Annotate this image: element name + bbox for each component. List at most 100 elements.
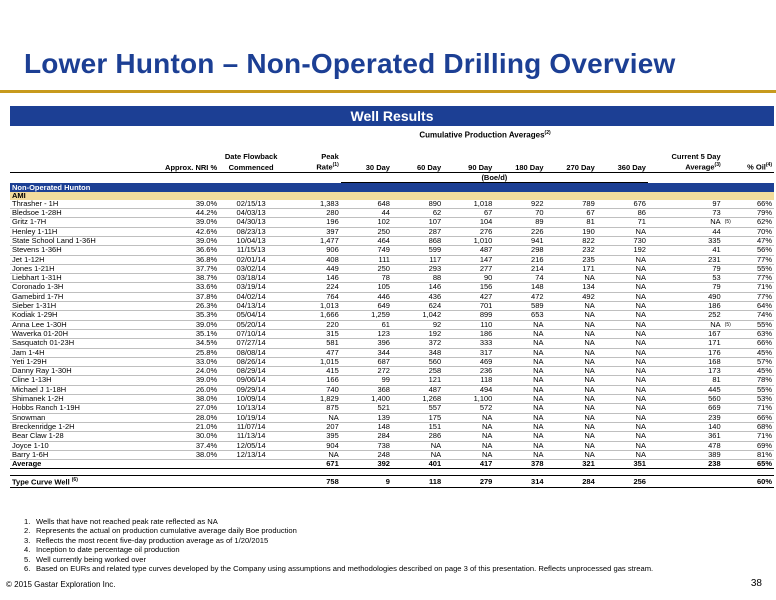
value-cell: 07/10/14 [219,329,284,340]
value-cell: 69% [731,441,774,451]
value-cell: 02/01/14 [219,255,284,265]
table-row: Jet 1-12H 36.8% 02/01/14 408 111 117 147 216 235… [10,255,774,265]
footnote-number: 5. [24,554,31,564]
value-cell: 68% [731,422,774,433]
value-cell: NA [494,431,546,442]
value-cell: 36.8% [135,255,220,265]
value-cell: 64% [731,301,774,312]
table-row: Gritz 1-7H 39.0% 04/30/13 196 102 107 104 89 81 7… [10,217,774,228]
value-cell: NA [545,385,597,396]
value-cell: 57% [731,357,774,368]
table-row: Liebhart 1-31H 38.7% 03/18/14 146 78 88 90 74 NA… [10,273,774,284]
value-cell: 395 [283,431,341,442]
value-cell: 238 [647,459,723,470]
value-cell: 231 [647,255,723,265]
value-cell: 117 [391,255,444,265]
value-cell: NA [596,273,648,284]
value-cell: 146 [391,282,444,293]
value-cell: 147 [443,255,495,265]
value-cell: NA [545,431,597,442]
value-cell: NA [596,310,648,321]
table-row: Danny Ray 1-30H 24.0% 08/29/14 415 272 258 236… [10,366,774,377]
value-cell: 492 [545,292,597,303]
value-cell: 134 [545,282,597,293]
footnote-mark-cell [722,282,732,293]
header-current-line1: Current 5 Day [671,152,721,161]
value-cell: NA [596,282,648,293]
value-cell: 78 [340,273,392,284]
value-cell: 464 [340,236,392,247]
value-cell: 226 [494,227,546,238]
table-row: Anna Lee 1-30H 39.0% 05/20/14 220 61 92 110 NA N… [10,320,774,330]
value-cell: 445 [647,385,723,396]
table-row: Henley 1-11H 42.6% 08/23/13 397 250 287 276 226… [10,227,774,238]
well-name-cell: Snowman [10,413,136,423]
value-cell: NA [494,422,546,433]
well-name-cell: Average [10,459,136,470]
footnote-mark-cell [722,422,732,433]
footnotes: 1. Wells that have not reached peak rate … [24,517,653,573]
well-name-cell: Gamebird 1-7H [10,292,136,303]
footnote-mark-cell [722,338,732,349]
footnote-mark-cell [722,273,732,284]
value-cell: NA [494,348,546,358]
value-cell: 77% [731,255,774,265]
value-cell: 08/23/13 [219,227,284,238]
value-cell: 9 [340,475,392,489]
footnote-number: 6. [24,564,31,574]
well-name-cell: Michael J 1-18H [10,385,136,396]
value-cell: 1,400 [340,394,392,405]
value-cell: 171 [545,264,597,275]
value-cell: NA [545,403,597,414]
value-cell: 10/13/14 [219,403,284,414]
footnote-number: 3. [24,535,31,545]
value-cell [647,475,723,489]
value-cell: NA [545,329,597,340]
footnote-mark-cell [722,475,732,489]
value-cell: NA [545,422,597,433]
well-name-cell: Gritz 1-7H [10,217,136,228]
value-cell: 408 [283,255,341,265]
value-cell: 284 [545,475,597,489]
value-cell: 79% [731,208,774,219]
value-cell: 1,013 [283,301,341,312]
well-results-table: Date Flowback Peak Current 5 Day Approx.… [10,152,774,489]
value-cell: 118 [443,375,495,386]
value-cell: 397 [283,227,341,238]
well-name-cell: Joyce 1-10 [10,441,136,451]
value-cell: 148 [340,422,392,433]
value-cell: 293 [391,264,444,275]
value-cell: 123 [340,329,392,340]
well-name-cell: Hobbs Ranch 1-19H [10,403,136,414]
table-row: Cline 1-13H 39.0% 09/06/14 166 99 121 118 NA NA N… [10,375,774,386]
value-cell: 478 [647,441,723,451]
table-row: Bear Claw 1-28 30.0% 11/13/14 395 284 286 NA NA… [10,431,774,442]
value-cell: NA [596,329,648,340]
value-cell: 90 [443,273,495,284]
value-cell: 27.0% [135,403,220,414]
footnote-mark-cell [722,366,732,377]
footnote-mark-cell [722,236,732,247]
value-cell: 186 [647,301,723,312]
value-cell: NA [596,264,648,275]
value-cell: 175 [391,413,444,423]
cumulative-header-text: Cumulative Production Averages [419,130,545,140]
value-cell: 922 [494,199,546,210]
value-cell: 624 [391,301,444,312]
value-cell: 66% [731,413,774,423]
table-row: Yeti 1-29H 33.0% 08/26/14 1,015 687 560 469 NA N… [10,357,774,368]
value-cell: NA [545,375,597,386]
table-row: Waverka 01-20H 35.1% 07/10/14 315 123 192 186 N… [10,329,774,340]
value-cell: NA [596,431,648,442]
value-cell: 557 [391,403,444,414]
value-cell: 389 [647,450,723,461]
table-row: Kodiak 1-29H 35.3% 05/04/14 1,666 1,259 1,042… [10,310,774,321]
value-cell: NA [596,403,648,414]
value-cell: 906 [283,245,341,256]
value-cell: 118 [391,475,444,489]
value-cell: 560 [647,394,723,405]
well-name-cell: State School Land 1-36H [10,236,136,247]
value-cell: 648 [340,199,392,210]
table-row: Sieber 1-31H 26.3% 04/13/14 1,013 649 624 701 5… [10,301,774,312]
value-cell: 107 [391,217,444,228]
